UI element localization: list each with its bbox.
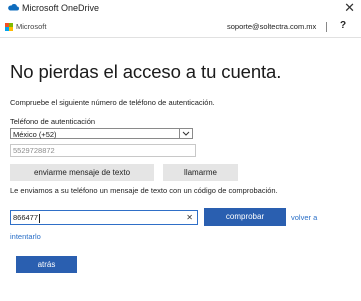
- chevron-down-icon[interactable]: [179, 129, 192, 138]
- page-title: No pierdas el acceso a tu cuenta.: [10, 61, 282, 82]
- verify-button[interactable]: comprobar: [204, 208, 286, 226]
- country-select[interactable]: México (+52): [10, 128, 193, 139]
- brand-label: Microsoft: [16, 22, 47, 31]
- phone-number-placeholder: 5529728872: [13, 146, 55, 155]
- sent-message-text: Le enviamos a su teléfono un mensaje de …: [10, 186, 278, 195]
- back-button[interactable]: atrás: [16, 256, 77, 273]
- phone-number-field[interactable]: 5529728872: [10, 144, 196, 157]
- retry-link[interactable]: volver a: [291, 213, 317, 222]
- text-cursor: [39, 213, 41, 223]
- account-email[interactable]: soporte@soltectra.com.mx: [227, 22, 316, 31]
- country-select-value: México (+52): [13, 130, 57, 139]
- microsoft-logo-icon: [5, 23, 13, 31]
- instruction-text: Compruebe el siguiente número de teléfon…: [10, 98, 215, 107]
- close-icon[interactable]: ✕: [344, 0, 355, 16]
- phone-label: Teléfono de autenticación: [10, 117, 96, 126]
- call-me-button[interactable]: llamarme: [163, 164, 238, 181]
- onedrive-cloud-icon: [8, 3, 19, 11]
- retry-link-continued[interactable]: intentarlo: [10, 232, 41, 241]
- window-title: Microsoft OneDrive: [22, 3, 100, 13]
- verification-code-input[interactable]: 866477 ✕: [10, 210, 198, 225]
- help-icon[interactable]: ?: [340, 20, 346, 31]
- header-divider: [326, 22, 327, 32]
- page-header: Microsoft soporte@soltectra.com.mx ?: [0, 17, 361, 38]
- send-text-button[interactable]: enviarme mensaje de texto: [10, 164, 154, 181]
- verification-code-value: 866477: [13, 213, 39, 222]
- clear-icon[interactable]: ✕: [186, 211, 193, 224]
- title-bar: Microsoft OneDrive ✕: [0, 0, 361, 17]
